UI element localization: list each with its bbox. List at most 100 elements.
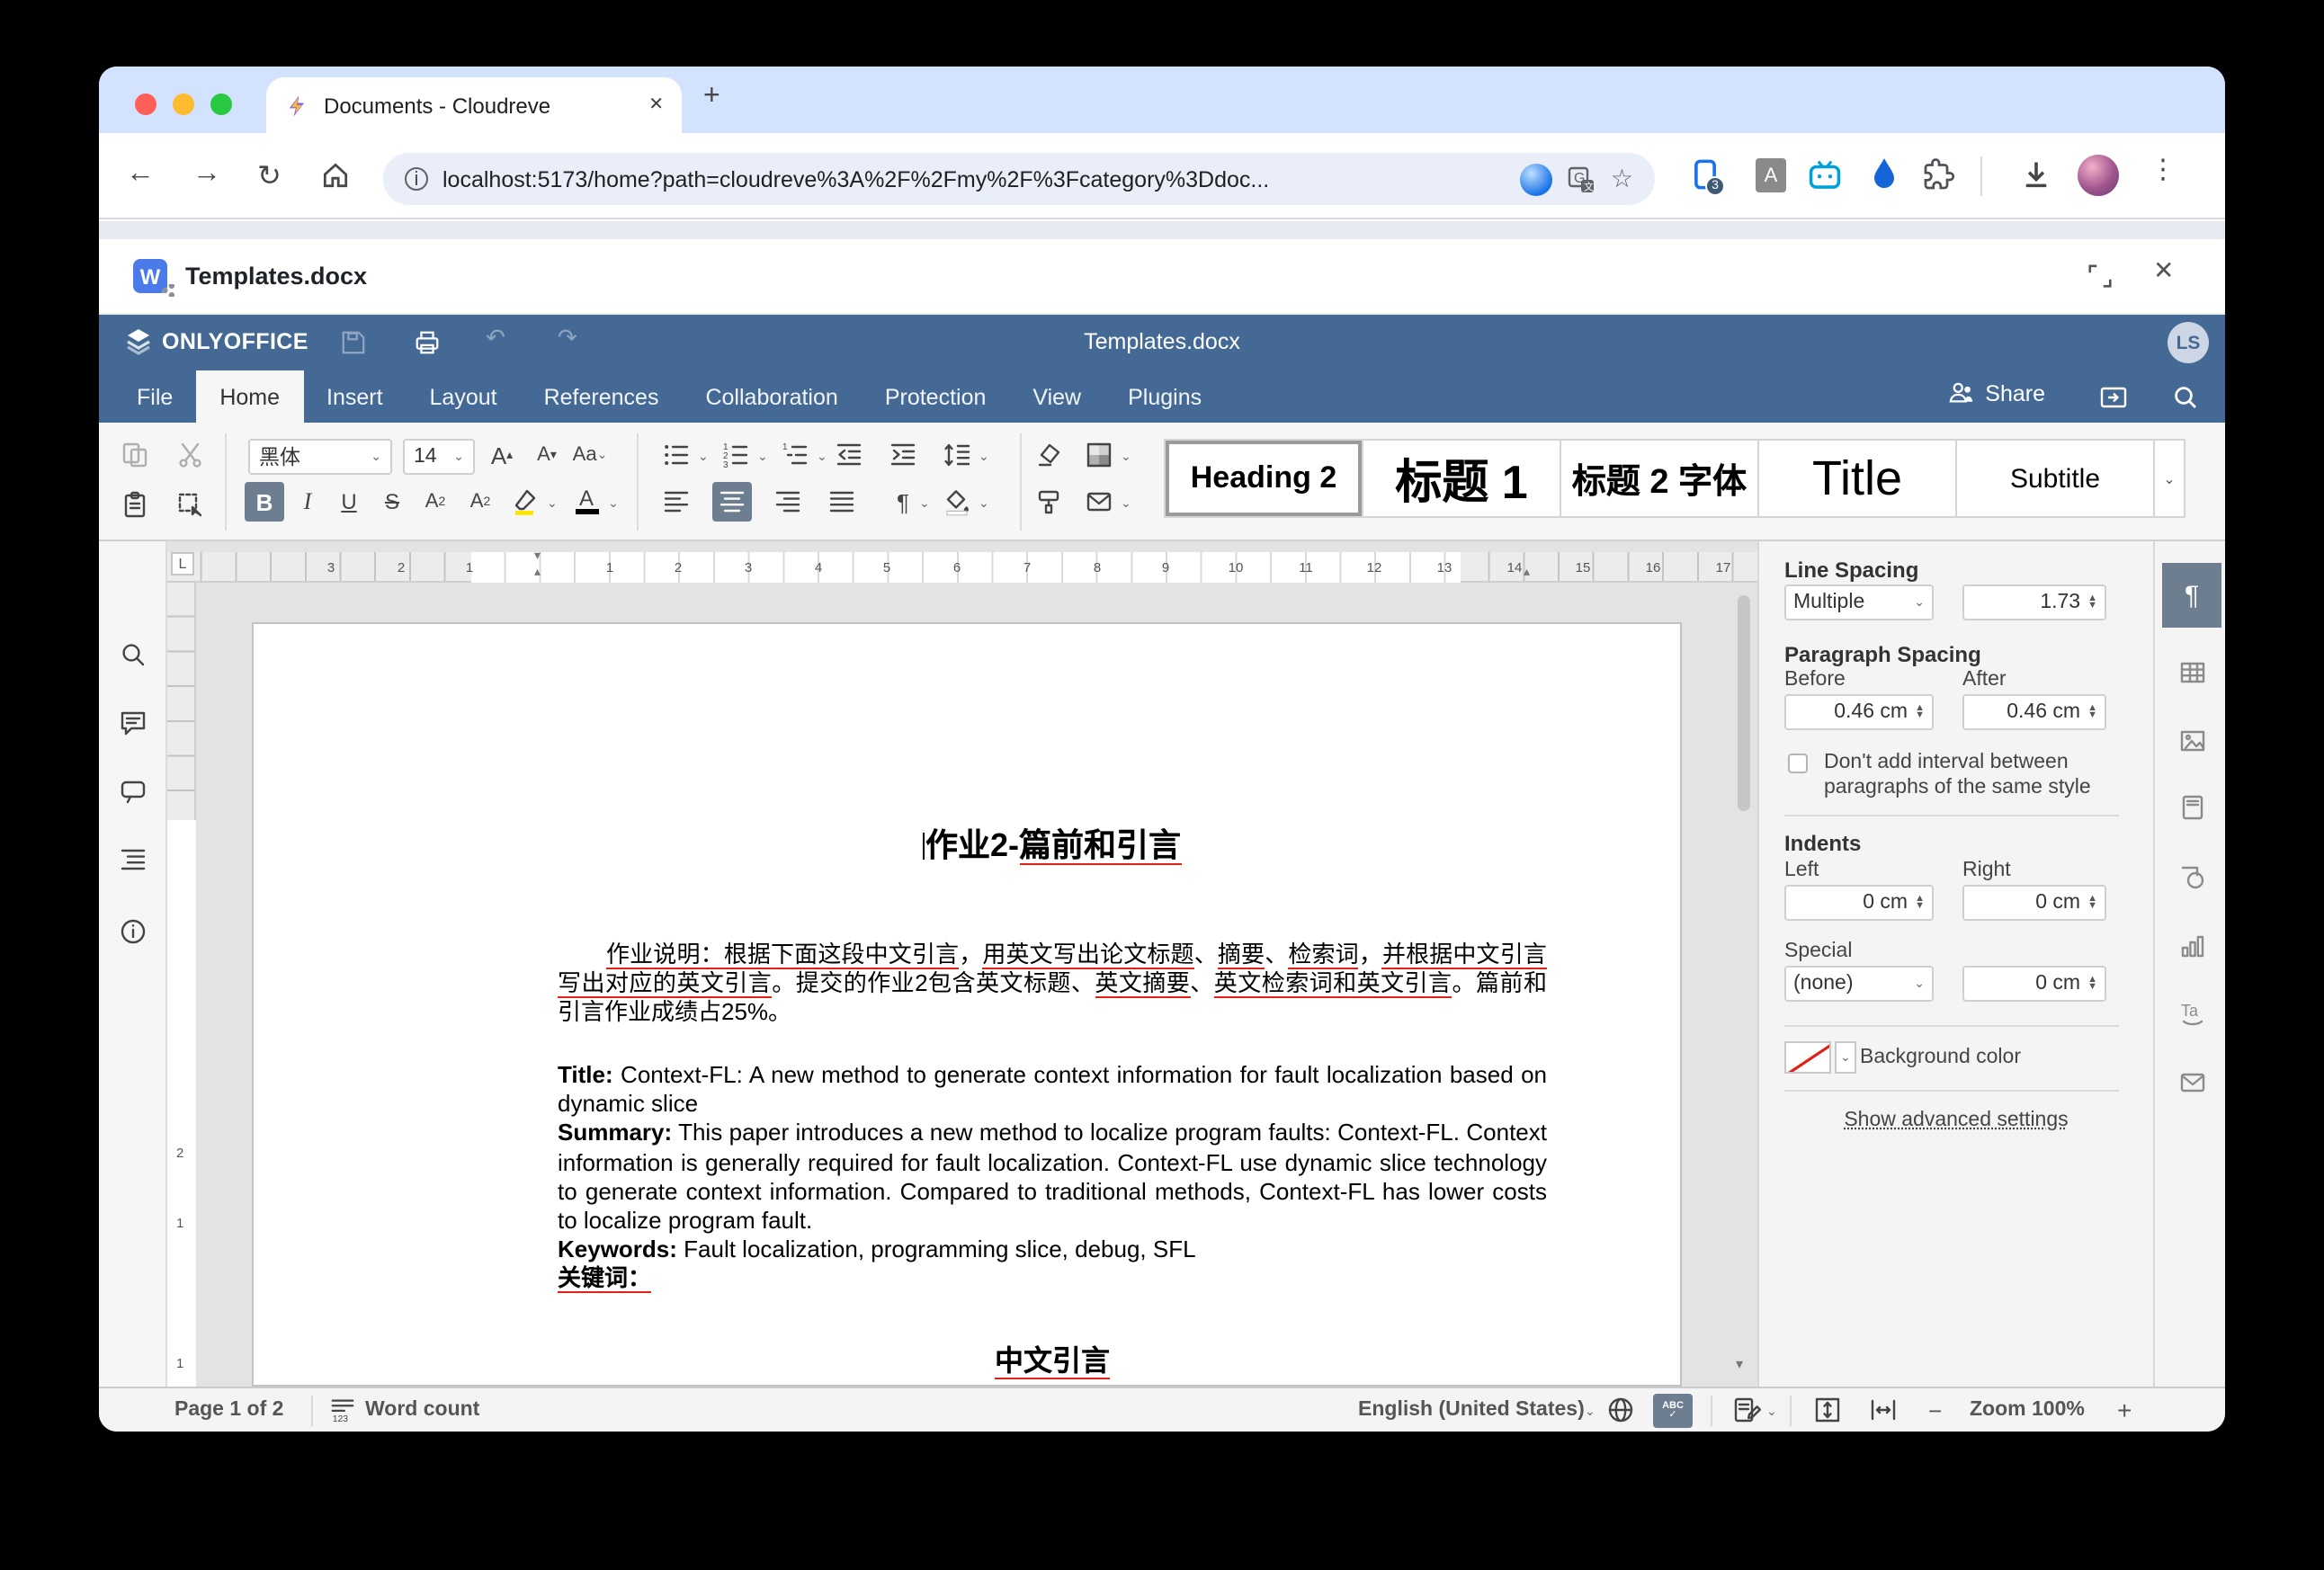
subscript-button[interactable]: A2 [460,482,500,522]
extension-tv-icon[interactable] [1808,158,1842,192]
spacing-before-stepper[interactable]: 0.46 cm▲▼ [1784,694,1934,730]
navigation-icon[interactable] [119,845,147,874]
mailmerge-settings-tab[interactable] [2162,1050,2221,1115]
spellcheck-language-icon[interactable] [1606,1396,1635,1430]
menu-home[interactable]: Home [196,370,303,423]
address-bar[interactable]: i localhost:5173/home?path=cloudreve%3A%… [383,153,1655,205]
font-color-button[interactable]: A [567,482,606,522]
browser-tab[interactable]: Documents - Cloudreve ✕ [266,77,682,133]
image-settings-tab[interactable] [2162,709,2221,773]
style-title[interactable]: Title [1759,441,1957,516]
vertical-scrollbar[interactable]: ▾ [1736,552,1752,1376]
highlight-caret[interactable]: ⌄ [547,496,558,511]
paste-icon[interactable] [115,486,155,525]
bookmark-star-icon[interactable]: ☆ [1611,164,1633,194]
cut-icon[interactable] [171,435,210,475]
spacing-after-stepper[interactable]: 0.46 cm▲▼ [1962,694,2106,730]
menu-references[interactable]: References [521,370,683,423]
color-scheme-icon[interactable] [1079,435,1119,475]
right-indent-marker[interactable]: ▴ [1524,565,1530,579]
translate-icon[interactable]: G文 [1568,165,1596,193]
user-avatar[interactable]: LS [2168,322,2209,363]
language-selector[interactable]: English (United States) [1358,1399,1585,1421]
bullet-list-caret[interactable]: ⌄ [698,450,709,464]
paragraph-settings-tab[interactable]: ¶ [2162,563,2221,628]
ai-assistant-icon[interactable] [1521,163,1553,195]
close-window-button[interactable] [135,94,156,115]
minimize-window-button[interactable] [173,94,194,115]
style-heading2[interactable]: Heading 2 [1166,441,1363,516]
search-icon[interactable] [2171,383,2200,412]
mail-merge-icon[interactable] [1079,482,1119,522]
about-icon[interactable] [119,917,147,946]
language-caret[interactable]: ⌄ [1585,1405,1596,1419]
increase-indent-icon[interactable] [883,435,923,475]
font-color-caret[interactable]: ⌄ [608,496,619,511]
scroll-down-icon[interactable]: ▾ [1736,1356,1743,1372]
table-settings-tab[interactable] [2162,640,2221,705]
select-all-icon[interactable] [171,486,210,525]
profile-avatar[interactable] [2078,155,2119,196]
document-page[interactable]: 作业2-篇前和引言 作业说明：根据下面这段中文引言，用英文写出论文标题、摘要、检… [252,622,1682,1387]
close-viewer-icon[interactable]: ✕ [2153,255,2174,286]
left-indent-marker[interactable]: ▴ [534,565,541,579]
extension-a-icon[interactable]: A [1756,158,1786,192]
track-changes-icon[interactable] [1732,1396,1761,1430]
find-icon[interactable] [119,640,147,669]
no-interval-checkbox[interactable] [1788,754,1808,773]
first-line-indent-marker[interactable]: ▾ [534,549,541,563]
decrease-indent-icon[interactable] [829,435,869,475]
menu-view[interactable]: View [1009,370,1104,423]
mail-merge-caret[interactable]: ⌄ [1121,496,1131,511]
menu-plugins[interactable]: Plugins [1104,370,1225,423]
numbered-list-icon[interactable]: 123 [716,435,755,475]
line-spacing-stepper[interactable]: 1.73▲▼ [1962,584,2106,620]
chat-icon[interactable] [119,777,147,806]
forward-icon[interactable]: → [192,158,221,191]
shading-caret[interactable]: ⌄ [979,496,989,511]
strikethrough-button[interactable]: S [372,482,412,522]
special-select[interactable]: (none)⌄ [1784,966,1934,1002]
style-subtitle[interactable]: Subtitle [1957,441,2155,516]
italic-button[interactable]: I [288,482,327,522]
style-title2-cn[interactable]: 标题 2 字体 [1561,441,1759,516]
background-color-picker[interactable]: ⌄ [1784,1041,1856,1074]
zoom-window-button[interactable] [210,94,232,115]
tab-stop-selector[interactable]: L [171,552,194,575]
copy-icon[interactable] [115,435,155,475]
font-size-select[interactable]: 14⌄ [403,439,475,475]
multilevel-list-icon[interactable]: 1 [775,435,815,475]
menu-file[interactable]: File [113,370,196,423]
page-indicator[interactable]: Page 1 of 2 [174,1399,283,1421]
copy-style-icon[interactable] [1029,482,1068,522]
document-area[interactable]: ▾ ▴ ▴ L 3211234567891011121314151617 211… [167,541,1757,1387]
header-footer-settings-tab[interactable] [2162,775,2221,840]
downloads-icon[interactable] [2020,158,2052,191]
line-spacing-caret[interactable]: ⌄ [979,450,989,464]
menu-layout[interactable]: Layout [407,370,521,423]
chart-settings-tab[interactable] [2162,914,2221,978]
open-file-location-icon[interactable] [2099,383,2128,412]
menu-collaboration[interactable]: Collaboration [682,370,861,423]
change-case-icon[interactable]: Aa⌄ [570,435,610,475]
styles-gallery-expand-icon[interactable]: ⌄ [2155,441,2184,516]
paragraph-marks-icon[interactable]: ¶ [883,482,923,522]
indent-right-stepper[interactable]: 0 cm▲▼ [1962,885,2106,921]
new-tab-button[interactable]: + [703,81,720,113]
align-right-icon[interactable] [768,482,808,522]
fit-page-icon[interactable] [1813,1396,1842,1430]
zoom-out-button[interactable]: − [1928,1397,1942,1424]
home-icon[interactable] [320,160,351,191]
align-left-icon[interactable] [657,482,696,522]
bullet-list-icon[interactable] [657,435,696,475]
bold-button[interactable]: B [245,482,284,522]
increase-font-icon[interactable]: A▴ [482,435,522,475]
back-icon[interactable]: ← [126,158,155,191]
zoom-in-button[interactable]: + [2117,1396,2132,1424]
spellcheck-toggle[interactable]: ABC✓ [1653,1394,1693,1428]
highlight-color-button[interactable] [505,482,545,522]
extensions-puzzle-icon[interactable] [1923,158,1955,191]
url-text[interactable]: localhost:5173/home?path=cloudreve%3A%2F… [442,166,1506,192]
clear-style-icon[interactable] [1029,435,1068,475]
advanced-settings-link[interactable]: Show advanced settings [1759,1110,2153,1131]
